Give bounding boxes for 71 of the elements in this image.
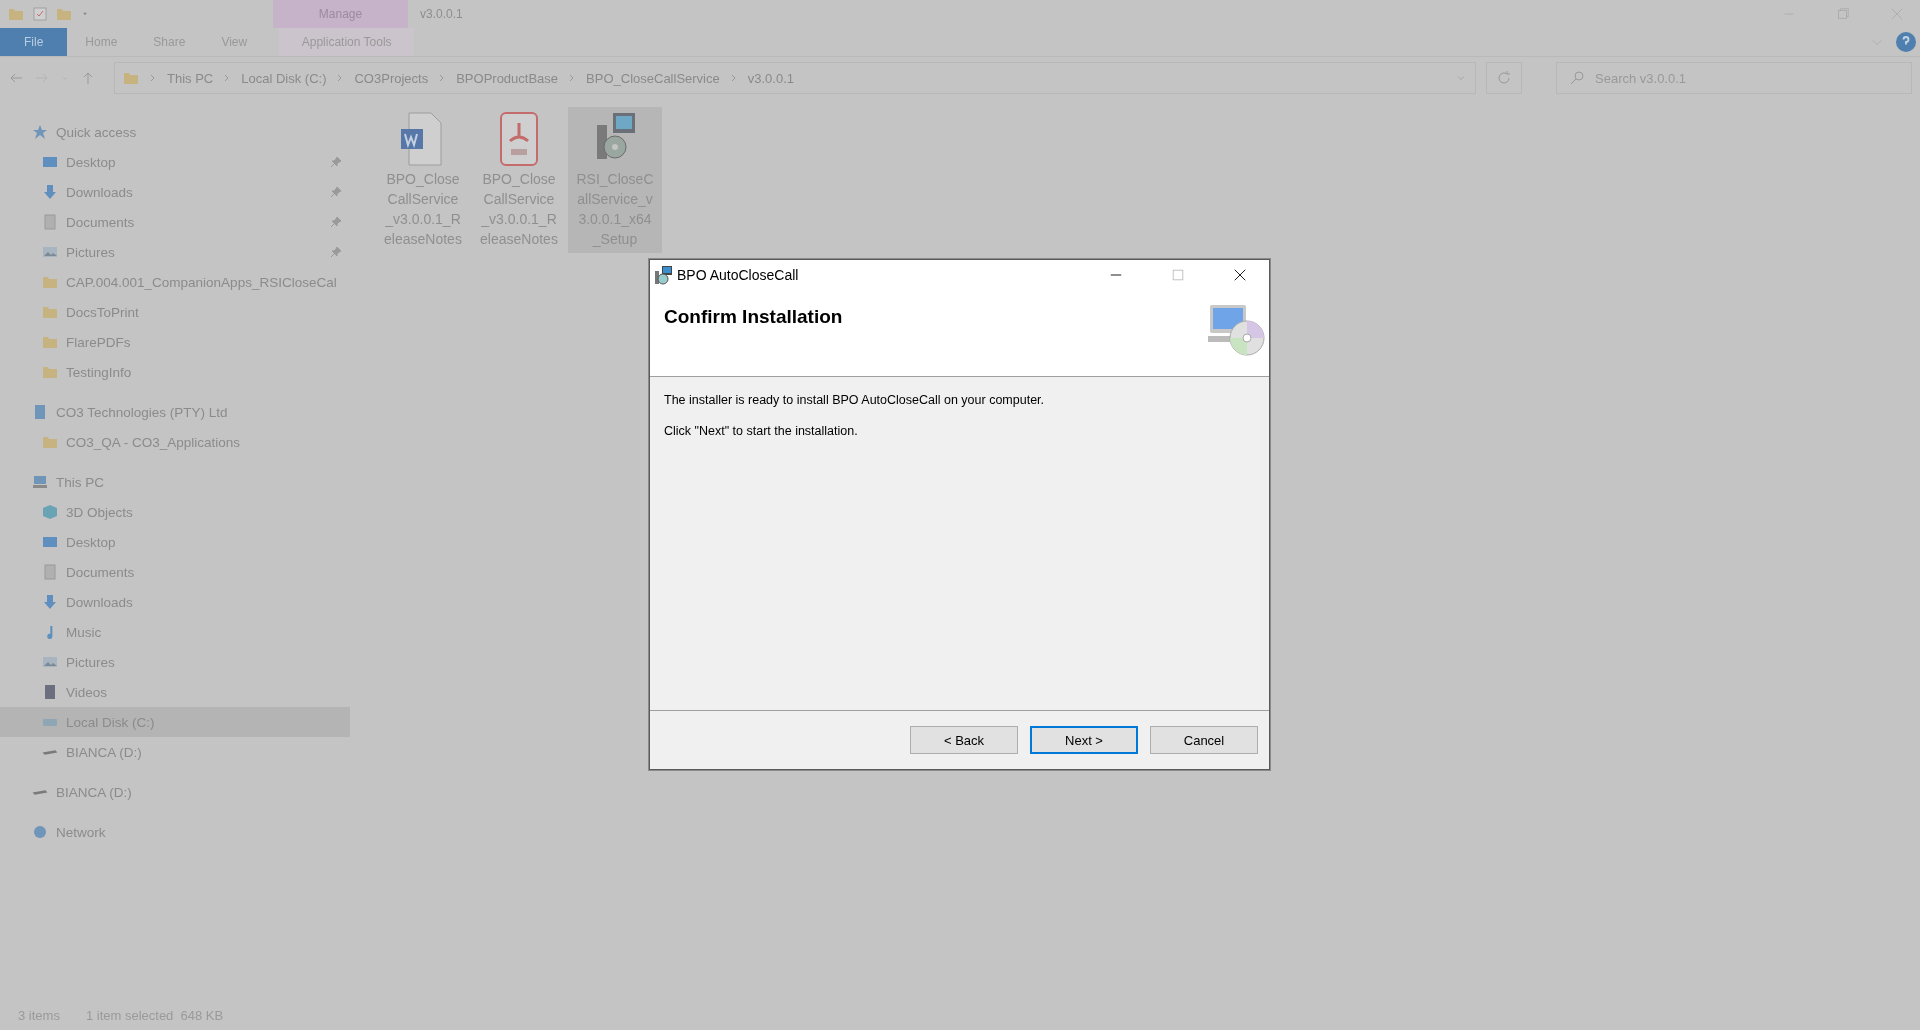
nav-item[interactable]: Music [0, 617, 350, 647]
star-icon [32, 124, 48, 140]
maximize-icon [1171, 268, 1185, 282]
picture-icon [42, 654, 58, 670]
dialog-button[interactable]: Next > [1030, 726, 1138, 754]
breadcrumb-item[interactable]: BPOProductBase [456, 70, 559, 86]
nav-item[interactable]: Desktop [0, 147, 350, 177]
nav-item[interactable]: Downloads [0, 177, 350, 207]
help-icon [1896, 32, 1916, 52]
nav-item[interactable]: BIANCA (D:) [0, 777, 350, 807]
nav-item[interactable]: Desktop [0, 527, 350, 557]
computer-icon [32, 474, 48, 490]
installer-icon [653, 265, 673, 285]
folder-icon [42, 304, 58, 320]
dialog-button[interactable]: < Back [910, 726, 1018, 754]
chevron-icon [149, 74, 157, 82]
search-icon [1569, 70, 1585, 86]
dialog-title: BPO AutoCloseCall [677, 267, 800, 283]
breadcrumb-item[interactable]: This PC [167, 70, 214, 86]
monitor-icon [42, 154, 58, 170]
nav-item[interactable]: Videos [0, 677, 350, 707]
download-arrow-icon [42, 594, 58, 610]
address-bar[interactable]: This PC Local Disk (C:) CO3Projects BPOProductBase BPO_CloseCallService v3.0.0.1 [114, 62, 1476, 94]
breadcrumb-item[interactable]: BPO_CloseCallService [586, 70, 720, 86]
dialog-message: Click "Next" to start the installation. [664, 424, 859, 438]
nav-item[interactable]: Documents [0, 557, 350, 587]
folder-icon [42, 334, 58, 350]
breadcrumb-item[interactable]: Local Disk (C:) [241, 70, 327, 86]
ribbon-tab[interactable]: File [0, 28, 68, 56]
refresh-icon [1496, 70, 1512, 86]
nav-item[interactable]: 3D Objects [0, 497, 350, 527]
music-note-icon [47, 625, 53, 639]
restore-icon [1836, 7, 1850, 21]
breadcrumb-item[interactable]: v3.0.0.1 [747, 70, 794, 86]
picture-icon [42, 244, 58, 260]
nav-item[interactable]: CAP.004.001_CompanionApps_RSICloseCal [0, 267, 350, 297]
refresh-button[interactable] [1486, 62, 1522, 94]
dialog-button[interactable]: Cancel [1150, 726, 1258, 754]
nav-item[interactable]: TestingInfo [0, 357, 350, 387]
nav-item[interactable]: This PC [0, 467, 350, 497]
dialog-message: The installer is ready to install BPO AutoCloseCall on your computer. [664, 393, 1046, 407]
breadcrumb-item[interactable]: CO3Projects [354, 70, 429, 86]
chevron-icon [729, 74, 738, 82]
nav-item[interactable]: Network [0, 817, 350, 847]
computer-disc-icon [1207, 304, 1265, 358]
nav-item[interactable]: BIANCA (D:) [0, 737, 350, 767]
folder-icon [42, 434, 58, 450]
new-folder-icon [56, 6, 72, 22]
nav-item[interactable]: CO3 Technologies (PTY) Ltd [0, 397, 350, 427]
download-arrow-icon [42, 184, 58, 200]
folder-icon [42, 274, 58, 290]
document-icon [42, 214, 58, 230]
nav-item[interactable]: FlarePDFs [0, 327, 350, 357]
nav-item[interactable]: Documents [0, 207, 350, 237]
nav-item[interactable]: Downloads [0, 587, 350, 617]
close-icon [1233, 268, 1247, 282]
folder-icon [123, 70, 139, 86]
dialog-heading: Confirm Installation [664, 306, 843, 329]
nav-item[interactable]: Pictures [0, 647, 350, 677]
cube-icon [42, 504, 58, 520]
nav-item[interactable]: CO3_QA - CO3_Applications [0, 427, 350, 457]
folder-icon [42, 364, 58, 380]
document-icon [42, 564, 58, 580]
drive-icon [42, 749, 58, 755]
nav-item[interactable]: Pictures [0, 237, 350, 267]
monitor-icon [42, 534, 58, 550]
folder-icon [8, 6, 24, 22]
drive-icon [32, 789, 48, 795]
nav-item[interactable]: DocsToPrint [0, 297, 350, 327]
properties-icon [32, 6, 48, 22]
nav-item[interactable]: Quick access [0, 117, 350, 147]
